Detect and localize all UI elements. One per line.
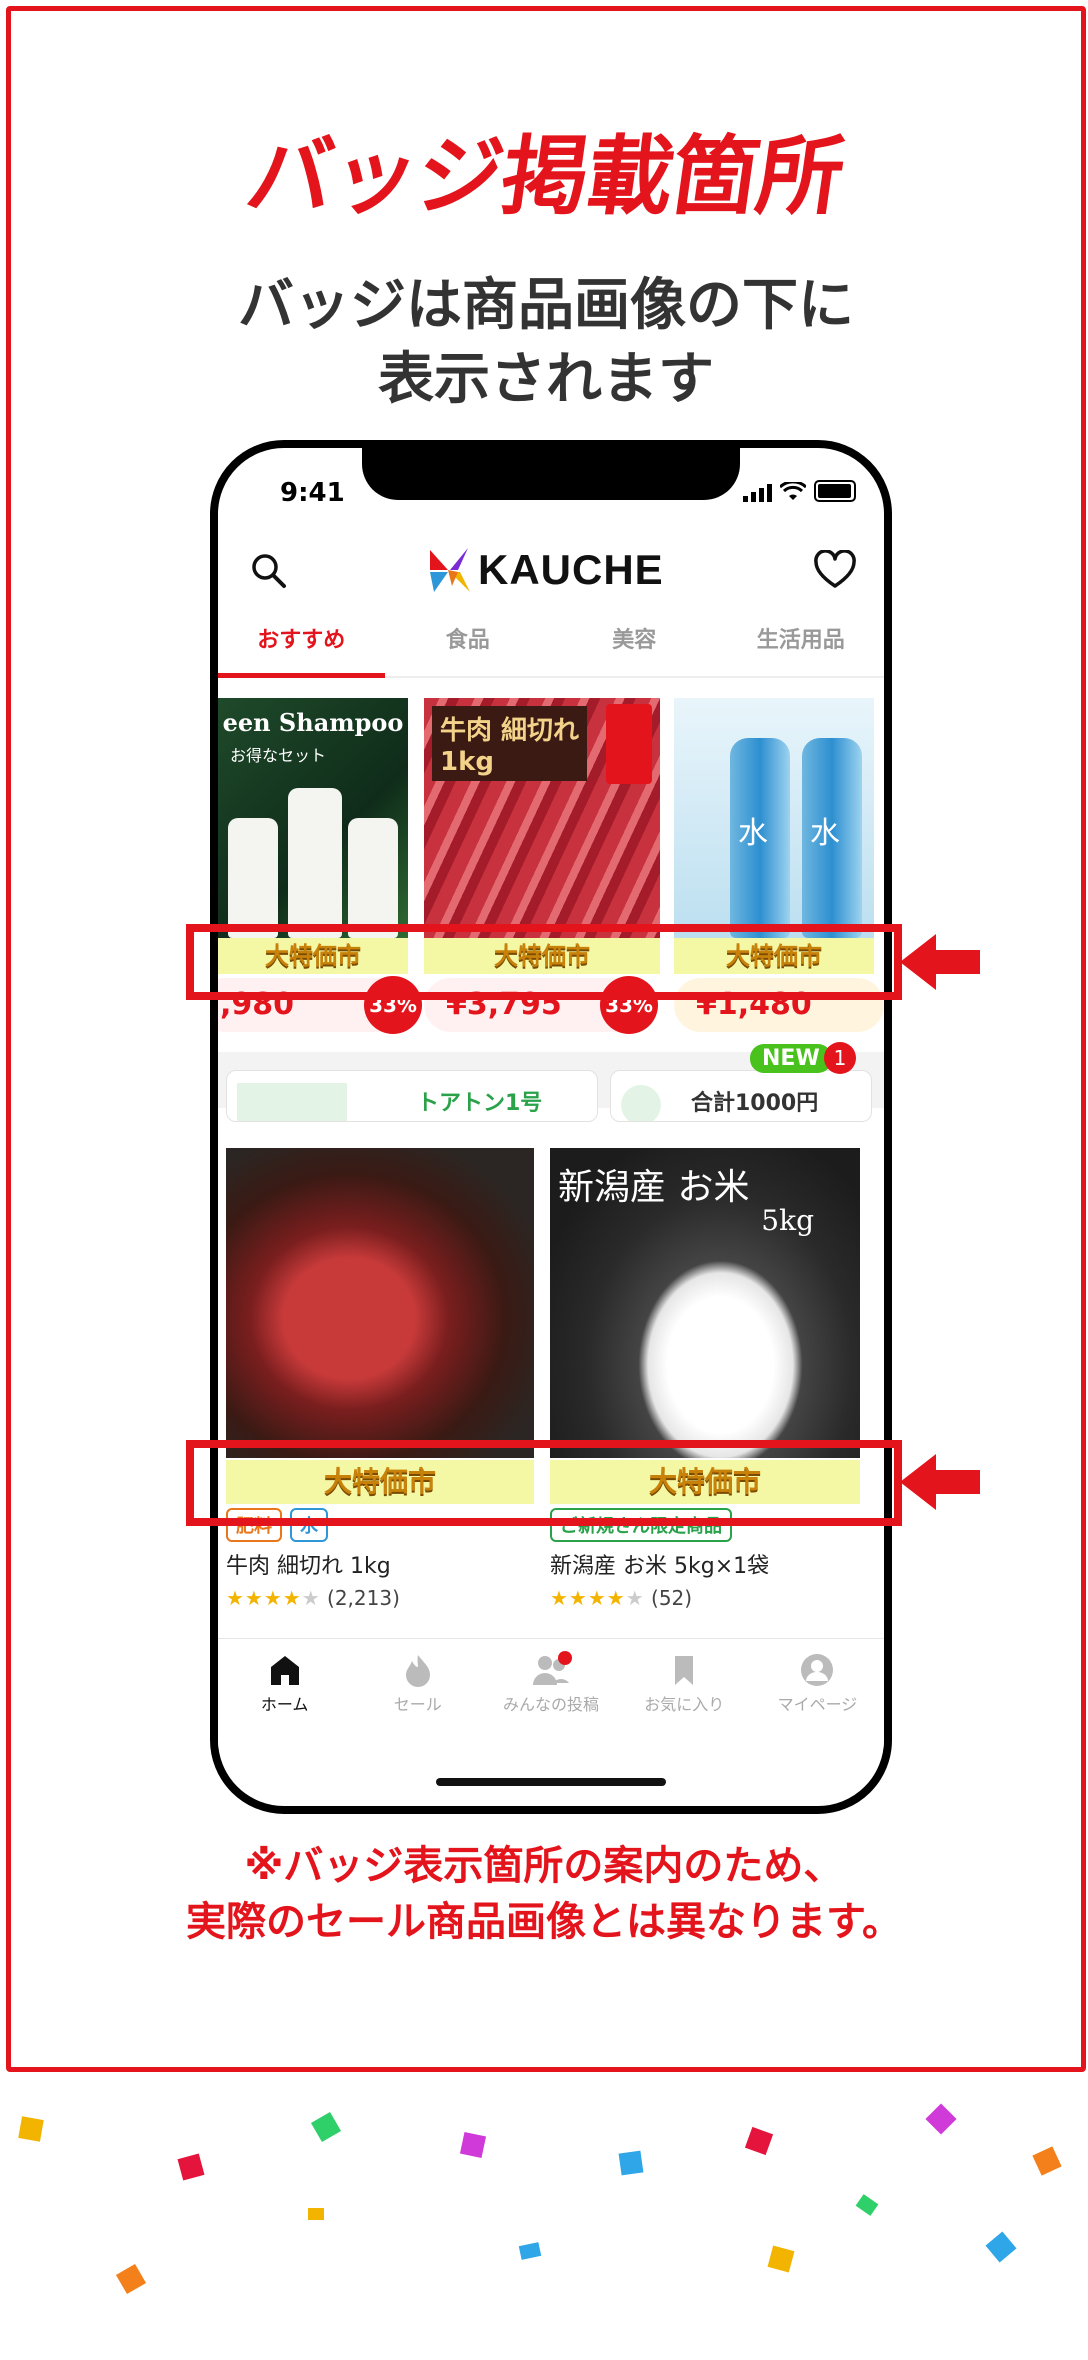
rice-image-text: 新潟産 お米 — [558, 1167, 750, 1208]
nav-label: マイページ — [777, 1695, 858, 1714]
product-image-rice[interactable]: 新潟産 お米 5kg — [550, 1148, 860, 1458]
notification-count: 1 — [824, 1042, 856, 1074]
confetti-piece — [310, 2111, 342, 2143]
search-icon[interactable] — [248, 550, 288, 590]
confetti-piece — [855, 2194, 879, 2216]
nav-home[interactable]: ホーム — [218, 1639, 351, 1749]
nav-label: セール — [393, 1695, 442, 1714]
product-image-shampoo[interactable]: een Shampoo お得なセット — [218, 698, 408, 938]
product-carousel: een Shampoo お得なセット 牛肉 細切れ 1kg 水 水 — [218, 698, 884, 938]
confetti-piece — [518, 2242, 542, 2260]
promo-card-thumb — [237, 1083, 347, 1121]
product-rating: ★★★★★ (52) — [550, 1586, 692, 1610]
rating-count: (2,213) — [327, 1586, 400, 1610]
headline: バッジ掲載箇所 — [240, 127, 850, 227]
subtitle: バッジは商品画像の下に 表示されます — [238, 273, 854, 412]
home-indicator — [436, 1778, 666, 1786]
category-tabs: おすすめ 食品 美容 生活用品 — [218, 608, 884, 678]
signal-icon — [743, 484, 772, 502]
water-bottle-shape: 水 — [802, 738, 862, 938]
bottom-nav: ホーム セール みんなの投稿 お気に入り マイページ — [218, 1638, 884, 1749]
star-rating-icon: ★★★★★ — [226, 1586, 321, 1610]
shampoo-image-text: een Shampoo — [222, 708, 404, 737]
left-arrow-icon — [900, 934, 980, 990]
bookmark-icon — [675, 1656, 694, 1685]
product-name[interactable]: 牛肉 細切れ 1kg — [226, 1548, 391, 1580]
product-name[interactable]: 新潟産 お米 5kg×1袋 — [550, 1548, 769, 1580]
fire-icon — [405, 1655, 430, 1687]
phone-notch — [362, 448, 740, 500]
award-medal-icon — [606, 704, 652, 784]
star-rating-icon: ★★★★★ — [550, 1586, 645, 1610]
new-badge: NEW — [750, 1044, 832, 1073]
confetti-piece — [767, 2245, 795, 2273]
beef-image-text: 牛肉 細切れ 1kg — [432, 706, 588, 781]
bottle-shape — [228, 818, 278, 938]
phone-mockup: 9:41 KAUCHE おすすめ 食品 美容 生活用品 een Shampoo … — [210, 440, 892, 1814]
confetti-piece — [925, 2103, 957, 2135]
wifi-icon — [780, 482, 806, 500]
shampoo-image-subtext: お得なセット — [230, 746, 327, 765]
confetti-piece — [744, 2126, 774, 2156]
confetti-piece — [1032, 2146, 1062, 2176]
rating-count: (52) — [651, 1586, 693, 1610]
left-arrow-icon — [900, 1454, 980, 1510]
promo-card[interactable]: 合計1000円 — [610, 1070, 872, 1122]
confetti-piece — [177, 2153, 205, 2181]
confetti-piece — [18, 2116, 44, 2142]
bottle-shape — [288, 788, 342, 938]
badge-highlight-box — [186, 1440, 902, 1526]
promo-card-thumb — [621, 1085, 661, 1121]
nav-favorites[interactable]: お気に入り — [618, 1639, 751, 1749]
rice-image-subtext: 5kg — [761, 1204, 814, 1237]
badge-highlight-box — [186, 924, 902, 1000]
tab-beauty[interactable]: 美容 — [551, 608, 718, 676]
promo-card-text: 合計1000円 — [691, 1091, 819, 1116]
product-image-water[interactable]: 水 水 — [674, 698, 874, 938]
promo-card[interactable]: トアトン1号 — [226, 1070, 598, 1122]
nav-label: お気に入り — [644, 1695, 725, 1714]
nav-label: ホーム — [260, 1695, 309, 1714]
promo-card-text: トアトン1号 — [417, 1091, 543, 1116]
status-time: 9:41 — [280, 478, 345, 508]
tab-recommended[interactable]: おすすめ — [218, 608, 385, 678]
home-icon — [270, 1656, 299, 1685]
bottle-shape — [348, 818, 398, 938]
favorite-heart-icon[interactable] — [814, 550, 856, 590]
disclaimer-note: ※バッジ表示箇所の案内のため、 実際のセール商品画像とは異なります。 — [186, 1843, 902, 1945]
nav-community[interactable]: みんなの投稿 — [484, 1639, 617, 1749]
nav-sale[interactable]: セール — [351, 1639, 484, 1749]
status-icons — [743, 480, 856, 502]
product-image-steak[interactable] — [226, 1148, 534, 1458]
confetti-piece — [115, 2263, 147, 2295]
app-logo: KAUCHE — [428, 546, 664, 594]
product-image-beef[interactable]: 牛肉 細切れ 1kg — [424, 698, 660, 938]
confetti-piece — [459, 2131, 487, 2159]
user-icon — [801, 1654, 834, 1686]
tab-food[interactable]: 食品 — [385, 608, 552, 676]
tab-daily-goods[interactable]: 生活用品 — [718, 608, 885, 676]
nav-mypage[interactable]: マイページ — [751, 1639, 884, 1749]
app-logo-text: KAUCHE — [478, 546, 664, 593]
confetti-piece — [985, 2231, 1017, 2263]
product-rating: ★★★★★ (2,213) — [226, 1586, 400, 1610]
battery-icon — [814, 480, 856, 502]
confetti-piece — [618, 2150, 644, 2176]
app-header: KAUCHE — [218, 528, 884, 610]
kauche-logo-icon — [430, 548, 470, 592]
water-bottle-shape: 水 — [730, 738, 790, 938]
confetti-piece — [308, 2208, 324, 2220]
nav-label: みんなの投稿 — [503, 1695, 600, 1714]
